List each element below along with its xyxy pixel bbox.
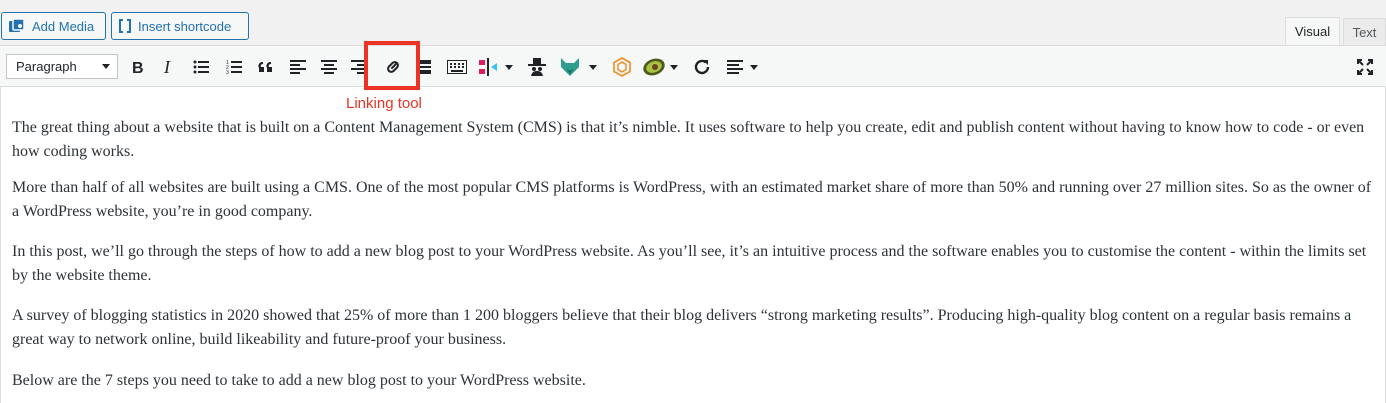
- tab-text-label: Text: [1352, 24, 1377, 40]
- blockquote-icon[interactable]: [257, 55, 275, 79]
- format-select-value: Paragraph: [16, 59, 77, 74]
- insert-shortcode-label: Insert shortcode: [138, 18, 232, 34]
- tab-visual[interactable]: Visual: [1285, 17, 1340, 45]
- plugin-split-icon[interactable]: [477, 55, 499, 79]
- chevron-down-icon: [102, 64, 110, 69]
- plugin-fox-icon[interactable]: [559, 55, 581, 79]
- plugin-spy-icon[interactable]: [527, 55, 547, 79]
- tab-text[interactable]: Text: [1343, 18, 1386, 45]
- refresh-icon[interactable]: [692, 55, 712, 79]
- paragraph: In this post, we’ll go through the steps…: [12, 243, 1367, 284]
- tab-visual-label: Visual: [1294, 24, 1331, 39]
- editor-content[interactable]: The great thing about a website that is …: [0, 87, 1386, 403]
- plugin-hexagon-icon[interactable]: [612, 55, 632, 79]
- editor-toolbar: Paragraph B I 123: [0, 45, 1386, 87]
- paragraph: A survey of blogging statistics in 2020 …: [12, 307, 1352, 348]
- svg-text:B: B: [132, 60, 144, 75]
- align-left-icon[interactable]: [289, 55, 307, 79]
- add-media-label: Add Media: [32, 18, 95, 34]
- svg-text:3: 3: [226, 70, 229, 74]
- text-align-icon[interactable]: [727, 55, 743, 79]
- svg-text:I: I: [163, 59, 171, 75]
- chevron-down-icon[interactable]: [505, 65, 513, 70]
- italic-icon[interactable]: I: [161, 55, 177, 79]
- link-icon[interactable]: [382, 55, 404, 79]
- plugin-avocado-icon[interactable]: [642, 55, 666, 79]
- format-select[interactable]: Paragraph: [6, 54, 118, 79]
- toolbar-toggle-icon[interactable]: [446, 55, 468, 79]
- insert-shortcode-button[interactable]: Insert shortcode: [111, 12, 249, 40]
- paragraph: The great thing about a website that is …: [12, 119, 1365, 160]
- media-icon: [8, 18, 26, 34]
- paragraph: Below are the 7 steps you need to take t…: [12, 372, 586, 389]
- chevron-down-icon[interactable]: [670, 65, 678, 70]
- read-more-icon[interactable]: [418, 55, 432, 79]
- bulleted-list-icon[interactable]: [192, 55, 210, 79]
- align-center-icon[interactable]: [320, 55, 338, 79]
- chevron-down-icon[interactable]: [589, 65, 597, 70]
- align-right-icon[interactable]: [351, 55, 365, 79]
- annotation-label: Linking tool: [346, 95, 422, 112]
- shortcode-icon: [118, 19, 132, 33]
- fullscreen-icon[interactable]: [1356, 55, 1374, 79]
- paragraph: More than half of all websites are built…: [12, 179, 1372, 220]
- numbered-list-icon[interactable]: 123: [225, 55, 243, 79]
- add-media-button[interactable]: Add Media: [1, 12, 106, 40]
- chevron-down-icon[interactable]: [750, 65, 758, 70]
- bold-icon[interactable]: B: [130, 55, 146, 79]
